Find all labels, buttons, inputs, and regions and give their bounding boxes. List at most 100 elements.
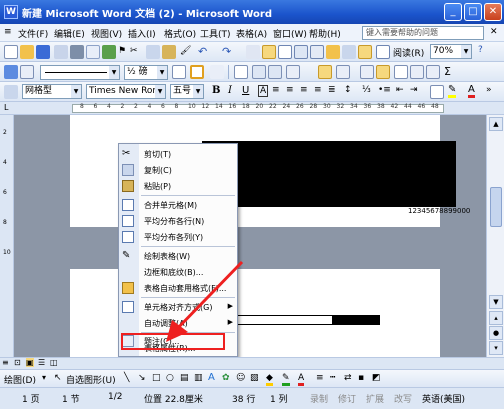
menu-edit[interactable]: 编辑(E) xyxy=(54,27,85,40)
read-button[interactable]: 阅读(R) xyxy=(393,46,424,59)
line-style-combo[interactable]: ▼ xyxy=(40,65,120,80)
help-search-input[interactable]: 键入需要帮助的问题 xyxy=(362,26,484,40)
browse-object-icon[interactable]: ● xyxy=(489,326,503,340)
arrow-style-icon[interactable]: ⇄ xyxy=(344,373,352,383)
permission-icon[interactable] xyxy=(54,45,68,59)
vertical-scrollbar[interactable]: ▲ ▼ ▴ ● ▾ xyxy=(486,115,504,357)
font-size-combo[interactable]: 五号 ▼ xyxy=(170,84,204,99)
outside-border-fmt-icon[interactable] xyxy=(430,85,444,99)
sort-descending-icon[interactable] xyxy=(426,65,440,79)
drawing-icon[interactable] xyxy=(326,45,340,59)
clipart-icon[interactable]: ☺ xyxy=(236,373,245,383)
select-objects-icon[interactable]: ↖ xyxy=(54,373,62,383)
border-color-icon[interactable] xyxy=(172,65,186,79)
menu-item-paste[interactable]: 粘贴(P) xyxy=(119,178,237,194)
horizontal-ruler[interactable]: L 8 6 4 2 2 4 6 8 10 12 14 16 18 20 22 24 26 28 30 32 34 36 38… xyxy=(0,102,504,115)
save-icon[interactable] xyxy=(36,45,50,59)
scroll-up-icon[interactable]: ▲ xyxy=(489,117,503,131)
autosum-icon[interactable]: Σ xyxy=(444,65,451,78)
dash-style-icon[interactable]: ┅ xyxy=(330,373,335,383)
read-mode-icon[interactable] xyxy=(376,45,390,59)
spelling-icon[interactable] xyxy=(102,45,116,59)
copy-icon[interactable] xyxy=(146,45,160,59)
fill-color-icon[interactable]: ◆ xyxy=(266,373,273,386)
shading-color-icon[interactable] xyxy=(210,65,224,79)
font-color-icon[interactable]: A xyxy=(468,84,475,98)
next-page-icon[interactable]: ▾ xyxy=(489,341,503,355)
italic-icon[interactable]: I xyxy=(228,85,232,96)
font-color-draw-icon[interactable]: A xyxy=(298,373,305,386)
bold-icon[interactable]: B xyxy=(212,85,220,96)
justify-icon[interactable]: ≡ xyxy=(314,85,322,95)
minimize-button[interactable]: _ xyxy=(444,3,462,21)
vertical-textbox-icon[interactable]: ▥ xyxy=(194,373,203,383)
change-text-direction-icon[interactable] xyxy=(394,65,408,79)
textbox-tool-icon[interactable]: ▤ xyxy=(180,373,189,383)
menu-view[interactable]: 视图(V) xyxy=(91,27,122,40)
print-layout-view-icon[interactable]: ▣ xyxy=(26,358,34,367)
insert-excel-icon[interactable] xyxy=(294,45,308,59)
selected-cell[interactable] xyxy=(332,315,380,325)
font-combo[interactable]: Times New Roman ▼ xyxy=(86,84,166,99)
scroll-thumb[interactable] xyxy=(490,187,502,227)
align-right-icon[interactable]: ≡ xyxy=(300,85,308,95)
vertical-ruler[interactable]: 2 4 6 8 10 xyxy=(0,115,14,357)
line-style-icon[interactable]: ≡ xyxy=(316,373,324,383)
print-icon[interactable] xyxy=(70,45,84,59)
hyperlink-icon[interactable] xyxy=(246,45,260,59)
undo-icon[interactable]: ↶ xyxy=(198,45,207,58)
highlight-icon[interactable]: ✎ xyxy=(448,84,457,98)
line-tool-icon[interactable]: ╲ xyxy=(124,373,129,383)
align-center-icon[interactable]: ≡ xyxy=(286,85,294,95)
numbering-icon[interactable]: ⅓ xyxy=(362,85,371,95)
table-autoformat-tool-icon[interactable] xyxy=(360,65,374,79)
web-view-icon[interactable]: ⊡ xyxy=(14,358,21,367)
close-button[interactable]: ✕ xyxy=(484,3,502,21)
increase-indent-icon[interactable]: ⇥ xyxy=(410,85,418,95)
arrow-tool-icon[interactable]: ↘ xyxy=(138,373,146,383)
help-icon[interactable]: ? xyxy=(478,45,483,55)
oval-tool-icon[interactable]: ○ xyxy=(166,373,174,383)
normal-view-icon[interactable]: ≡ xyxy=(2,358,9,367)
menu-item-cut[interactable]: ✂ 剪切(T) xyxy=(119,146,237,162)
diagram-icon[interactable]: ✿ xyxy=(222,373,230,383)
merge-cells-tool-icon[interactable] xyxy=(252,65,266,79)
maximize-button[interactable]: □ xyxy=(464,3,482,21)
new-doc-icon[interactable] xyxy=(4,45,18,59)
styles-pane-icon[interactable] xyxy=(4,85,18,99)
align-left-icon[interactable]: ≡ xyxy=(272,85,280,95)
research-icon[interactable]: ⚑ xyxy=(118,46,126,56)
insert-picture-icon[interactable]: ▧ xyxy=(250,373,259,383)
style-combo[interactable]: 网格型 ▼ xyxy=(22,84,82,99)
draw-table-tool-icon[interactable] xyxy=(4,65,18,79)
word-app-icon[interactable]: W xyxy=(4,5,18,19)
menu-item-merge-cells[interactable]: 合并单元格(M) xyxy=(119,197,237,213)
menu-item-distribute-columns[interactable]: 平均分布各列(Y) xyxy=(119,229,237,245)
shadow-style-icon[interactable]: ▪ xyxy=(358,373,364,383)
menu-file[interactable]: 文件(F) xyxy=(18,27,48,40)
insert-table-tool-icon[interactable] xyxy=(234,65,248,79)
tables-borders-icon[interactable] xyxy=(262,45,276,59)
outline-view-icon[interactable]: ☰ xyxy=(38,358,45,367)
distributed-icon[interactable]: ≣ xyxy=(328,85,336,95)
format-painter-icon[interactable]: 🖌 xyxy=(180,46,191,56)
sort-ascending-icon[interactable] xyxy=(410,65,424,79)
outside-border-icon[interactable] xyxy=(190,65,204,79)
status-overtype[interactable]: 改写 xyxy=(394,392,412,405)
eraser-icon[interactable] xyxy=(20,65,34,79)
zoom-combo[interactable]: 70% ▼ xyxy=(430,44,472,59)
menu-help[interactable]: 帮助(H) xyxy=(309,27,341,40)
paste-icon[interactable] xyxy=(162,45,176,59)
line-spacing-icon[interactable]: ↕ xyxy=(344,85,352,95)
insert-table-icon[interactable] xyxy=(278,45,292,59)
show-hide-icon[interactable] xyxy=(358,45,372,59)
cut-icon[interactable]: ✂ xyxy=(130,46,138,56)
status-track-changes[interactable]: 修订 xyxy=(338,392,356,405)
distribute-rows-tool-icon[interactable] xyxy=(318,65,332,79)
decrease-indent-icon[interactable]: ⇤ xyxy=(396,85,404,95)
menu-window[interactable]: 窗口(W) xyxy=(273,27,307,40)
line-color-icon[interactable]: ✎ xyxy=(282,373,290,386)
print-preview-icon[interactable] xyxy=(86,45,100,59)
redo-icon[interactable]: ↷ xyxy=(222,45,231,58)
char-border-icon[interactable]: A xyxy=(258,85,269,97)
